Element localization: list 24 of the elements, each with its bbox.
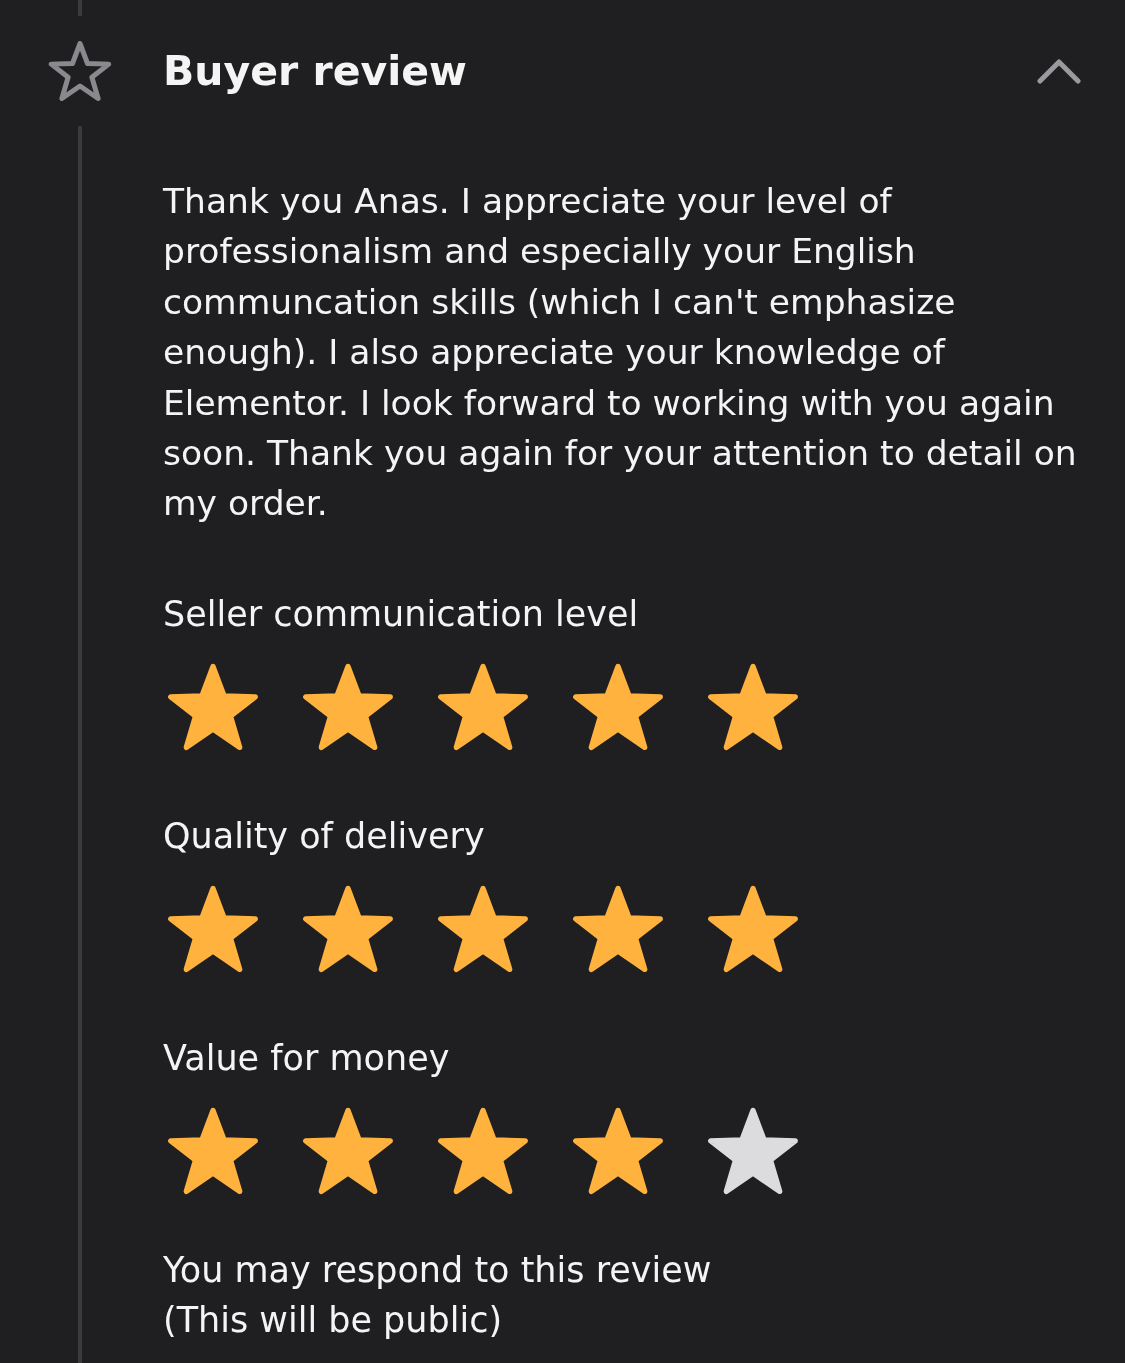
star-icon xyxy=(167,1106,259,1195)
respond-text: You may respond to this review xyxy=(163,1248,713,1292)
star-icon xyxy=(707,662,799,751)
respond-text: (This will be public) xyxy=(163,1298,504,1342)
section-title: Buyer review xyxy=(163,47,468,95)
star-icon xyxy=(437,1106,529,1195)
rating-label: Quality of delivery xyxy=(163,814,486,858)
star-icon xyxy=(167,884,259,973)
rating-label: Value for money xyxy=(163,1036,451,1080)
star-icon xyxy=(437,662,529,751)
star-icon xyxy=(572,884,664,973)
star-icon xyxy=(302,884,394,973)
review-text: Thank you Anas. I appreciate your level of professionalism and especially your English communcation skills (which I can't emphasize enough). I also appreciate your knowledge of Elementor. I look forward to working with you again soon. Thank you again for your attention to detail on my order. xyxy=(163,180,1078,526)
rating-label: Seller communication level xyxy=(163,592,640,636)
star-outline-icon xyxy=(48,41,112,101)
star-icon xyxy=(572,662,664,751)
star-icon xyxy=(707,1106,799,1195)
chevron-up-icon[interactable] xyxy=(1037,58,1081,84)
star-icon xyxy=(437,884,529,973)
star-icon xyxy=(707,884,799,973)
star-icon xyxy=(167,662,259,751)
star-icon xyxy=(302,662,394,751)
star-icon xyxy=(302,1106,394,1195)
star-icon xyxy=(572,1106,664,1195)
